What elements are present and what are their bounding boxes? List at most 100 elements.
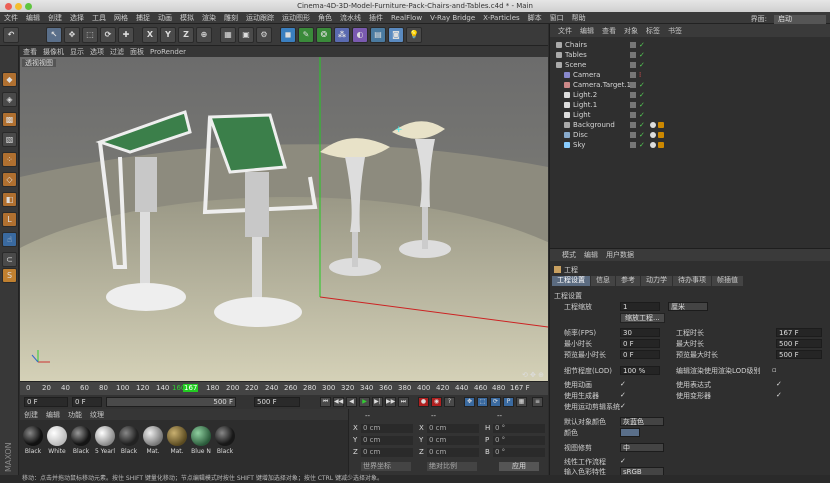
previous-key-icon[interactable]: ◀◀ [333,397,344,407]
object-row[interactable]: Camera ⁞ [550,70,830,80]
menu-item[interactable]: 运动图形 [278,12,314,24]
rotation-p-field[interactable]: 0 ° [493,436,545,445]
minimize-window-button[interactable] [15,3,22,10]
object-menu-item[interactable]: 查看 [598,26,620,36]
menu-item[interactable]: 模拟 [176,12,198,24]
object-menu-item[interactable]: 编辑 [576,26,598,36]
menu-item[interactable]: V-Ray Bridge [426,12,479,24]
material-swatch[interactable]: 5 Yearl [94,426,116,460]
lod-field[interactable]: 100 % [620,366,660,375]
next-key-icon[interactable]: ▶▶ [385,397,396,407]
step-forward-icon[interactable]: ▶| [372,397,383,407]
workplane-icon[interactable]: ▧ [2,132,17,147]
render-picture-viewer-icon[interactable]: ▣ [238,27,254,43]
select-arrow-icon[interactable]: ↖ [46,27,62,43]
object-row[interactable]: Light.2 ✓ [550,90,830,100]
make-editable-icon[interactable]: ◆ [2,72,17,87]
material-tag-icon[interactable] [650,142,656,148]
object-row[interactable]: Chairs ✓ [550,40,830,50]
playhead-marker[interactable]: 167 [183,384,199,392]
menu-item[interactable]: 选择 [66,12,88,24]
axis-z-button[interactable]: Z [178,27,194,43]
viewport-menu-item[interactable]: 过滤 [107,47,127,57]
menu-item[interactable]: 创建 [44,12,66,24]
keyframe-selection-icon[interactable]: ? [444,397,455,407]
material-swatch[interactable]: Black [22,426,44,460]
preview-range-slider[interactable]: 500 F [106,397,236,407]
menu-item[interactable]: 网格 [110,12,132,24]
project-scale-field[interactable]: 1 [620,302,660,311]
start-frame-field[interactable]: 0 F [24,397,68,407]
viewport-menu-item[interactable]: 面板 [127,47,147,57]
tab-dynamics[interactable]: 动力学 [641,276,672,286]
object-row[interactable]: Sky ✓ [550,140,830,150]
default-object-color-dropdown[interactable]: 灰蓝色 [620,417,664,426]
key-scale-icon[interactable]: ⬚ [477,397,488,407]
tab-project-settings[interactable]: 工程设置 [552,276,590,286]
scale-project-button[interactable]: 缩放工程... [620,313,665,323]
points-mode-icon[interactable]: ⁘ [2,152,17,167]
material-menu-item[interactable]: 纹理 [86,410,108,420]
preview-min-time-field[interactable]: 0 F [620,350,660,359]
coordinate-mode-dropdown[interactable]: 世界坐标 [361,462,411,471]
viewport-menu-item[interactable]: 显示 [67,47,87,57]
use-generators-checkbox[interactable]: ✓ [620,391,626,399]
timeline-ruler[interactable]: 0 20 40 60 80 100 120 140 160 167 180 20… [20,381,548,395]
object-row[interactable]: Background ✓ [550,120,830,130]
size-z-field[interactable]: 0 cm [427,448,479,457]
menu-item[interactable]: 动画 [154,12,176,24]
deformer-icon[interactable]: ◐ [352,27,368,43]
render-lod-checkbox[interactable]: ▫ [772,366,777,374]
material-swatch[interactable]: Mat. [142,426,164,460]
end-frame-field[interactable]: 500 F [254,397,300,407]
menu-item[interactable]: 捕捉 [132,12,154,24]
zoom-window-button[interactable] [25,3,32,10]
axis-y-button[interactable]: Y [160,27,176,43]
preview-max-time-field[interactable]: 500 F [776,350,822,359]
attribute-menu-item[interactable]: 用户数据 [602,250,638,260]
tab-reference[interactable]: 参考 [616,276,640,286]
tab-todo[interactable]: 待办事项 [673,276,711,286]
max-time-field[interactable]: 500 F [776,339,822,348]
use-deformers-checkbox[interactable]: ✓ [776,391,782,399]
rotation-h-field[interactable]: 0 ° [493,424,545,433]
render-settings-icon[interactable]: ⚙ [256,27,272,43]
rotation-b-field[interactable]: 0 ° [493,448,545,457]
menu-item[interactable]: 窗口 [546,12,568,24]
object-row[interactable]: Tables ✓ [550,50,830,60]
menu-item[interactable]: 工具 [88,12,110,24]
attribute-menu-item[interactable]: 模式 [558,250,580,260]
tweak-mode-icon[interactable]: ☝ [2,232,17,247]
tab-interpolation[interactable]: 帧插值 [712,276,743,286]
menu-item[interactable]: 雕刻 [220,12,242,24]
spline-pen-icon[interactable]: ✎ [298,27,314,43]
position-z-field[interactable]: 0 cm [361,448,413,457]
key-position-icon[interactable]: ✥ [464,397,475,407]
key-pla-icon[interactable]: ▦ [516,397,527,407]
texture-mode-icon[interactable]: ▩ [2,112,17,127]
attribute-menu-item[interactable]: 编辑 [580,250,602,260]
compositing-tag-icon[interactable] [658,122,664,128]
subdivision-icon[interactable]: ❂ [316,27,332,43]
material-swatch[interactable]: White [46,426,68,460]
viewport-menu-item[interactable]: 摄像机 [40,47,67,57]
viewport-menu-item[interactable]: ProRender [147,48,189,56]
view-clipping-dropdown[interactable]: 中 [620,443,664,452]
object-menu-item[interactable]: 书签 [664,26,686,36]
compositing-tag-icon[interactable] [658,132,664,138]
step-back-icon[interactable]: ◀ [346,397,357,407]
menu-item[interactable]: 文件 [0,12,22,24]
model-mode-icon[interactable]: ◈ [2,92,17,107]
record-icon[interactable]: ● [418,397,429,407]
layout-dropdown[interactable]: 启动 [774,14,826,24]
go-to-end-icon[interactable]: ⏭ [398,397,409,407]
object-menu-item[interactable]: 文件 [554,26,576,36]
coordinate-system-icon[interactable]: ⊕ [196,27,212,43]
object-menu-item[interactable]: 标签 [642,26,664,36]
object-row[interactable]: Light ✓ [550,110,830,120]
edges-mode-icon[interactable]: ◇ [2,172,17,187]
menu-item[interactable]: 流水线 [336,12,365,24]
viewport-menu-item[interactable]: 查看 [20,47,40,57]
menu-item[interactable]: 插件 [365,12,387,24]
array-icon[interactable]: ⁂ [334,27,350,43]
